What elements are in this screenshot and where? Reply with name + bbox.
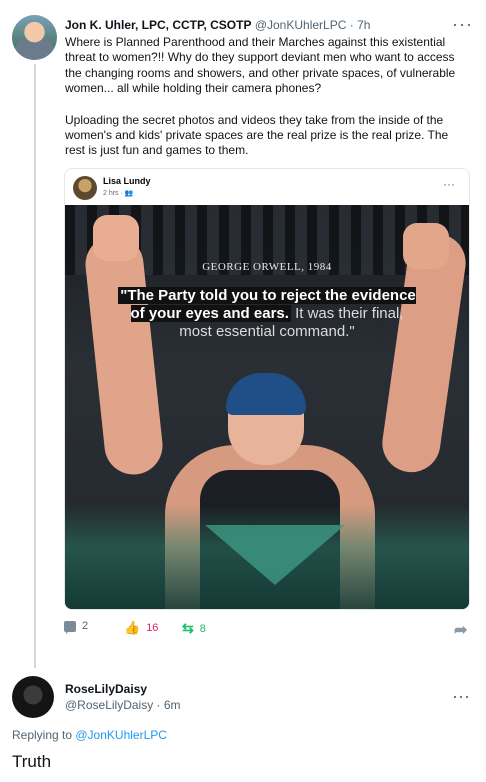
post-paragraph-1: Where is Planned Parenthood and their Ma… <box>65 35 456 96</box>
author-avatar[interactable] <box>12 15 57 60</box>
share-action[interactable]: ➦ <box>454 620 467 640</box>
thread-connector-line <box>34 64 36 668</box>
quote-source: GEORGE ORWELL, 1984 <box>202 261 332 273</box>
quote-text: "The Party told you to reject the eviden… <box>117 287 417 341</box>
replying-to-link[interactable]: @JonKUhlerLPC <box>75 728 167 742</box>
reply-text: Truth <box>12 752 52 771</box>
embedded-more-icon[interactable]: ··· <box>443 177 455 191</box>
more-options-icon[interactable]: ··· <box>452 14 473 35</box>
reply-more-options-icon[interactable]: ··· <box>452 686 470 707</box>
reply-author-avatar[interactable] <box>12 676 54 718</box>
post-time[interactable]: 7h <box>357 18 370 32</box>
author-name[interactable]: Jon K. Uhler, LPC, CCTP, CSOTP <box>65 18 251 32</box>
like-icon: 👍 <box>124 620 141 635</box>
quote-overlay: GEORGE ORWELL, 1984 "The Party told you … <box>65 261 469 341</box>
embedded-photo[interactable]: GEORGE ORWELL, 1984 "The Party told you … <box>65 205 469 609</box>
like-action[interactable]: 👍 16 <box>124 620 158 636</box>
replying-to-line: Replying to @JonKUhlerLPC <box>12 728 167 742</box>
embedded-author-avatar[interactable] <box>73 176 97 200</box>
embedded-post-time: 2 hrs · <box>103 190 125 197</box>
post-header: Jon K. Uhler, LPC, CCTP, CSOTP @JonKUhle… <box>65 18 370 32</box>
action-bar: 2 👍 16 ⇆ 8 ➦ <box>64 620 474 639</box>
post-paragraph-2: Uploading the secret photos and videos t… <box>65 112 449 158</box>
like-count: 16 <box>146 622 159 634</box>
reply-icon <box>64 620 76 634</box>
reply-action[interactable]: 2 <box>64 620 89 634</box>
embedded-author-name[interactable]: Lisa Lundy <box>103 176 151 186</box>
post-text: Where is Planned Parenthood and their Ma… <box>65 35 465 175</box>
repost-count: 8 <box>199 622 206 635</box>
reply-author-name[interactable]: RoseLilyDaisy <box>65 682 147 696</box>
photo-swim-cap <box>226 373 306 415</box>
photo-fist-left <box>93 215 139 261</box>
share-icon: ➦ <box>454 622 468 639</box>
replying-prefix: Replying to <box>12 728 76 742</box>
reply-author-handle[interactable]: @RoseLilyDaisy · 6m <box>65 698 181 712</box>
friends-icon: 👥 <box>124 190 134 197</box>
author-handle[interactable]: @JonKUhlerLPC <box>255 18 347 32</box>
repost-icon: ⇆ <box>182 620 194 636</box>
separator-dot: · <box>349 18 358 32</box>
repost-action[interactable]: ⇆ 8 <box>182 620 206 637</box>
embedded-post-header: Lisa Lundy 2 hrs · 👥 ··· <box>65 169 469 205</box>
embedded-post-meta: 2 hrs · 👥 <box>103 189 134 197</box>
reply-count: 2 <box>82 620 89 632</box>
embedded-post-card[interactable]: Lisa Lundy 2 hrs · 👥 ··· GEORGE ORWELL, … <box>64 168 470 610</box>
